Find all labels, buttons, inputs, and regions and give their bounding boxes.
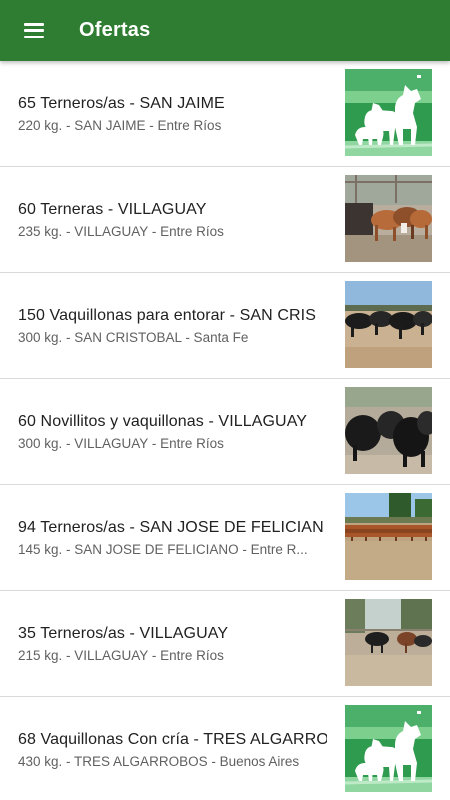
page-title: Ofertas — [79, 19, 151, 41]
offer-list-item[interactable]: 65 Terneros/as - SAN JAIME 220 kg. - SAN… — [0, 61, 450, 167]
offer-title: 60 Novillitos y vaquillonas - VILLAGUAY — [18, 413, 308, 430]
offer-title: 94 Terneros/as - SAN JOSE DE FELICIAN — [18, 519, 324, 536]
offer-subtitle: 215 kg. - VILLAGUAY - Entre Ríos — [18, 648, 224, 663]
offer-thumbnail-placeholder — [345, 705, 432, 792]
menu-button[interactable] — [0, 0, 70, 61]
offer-list-item[interactable]: 68 Vaquillonas Con cría - TRES ALGARRO 4… — [0, 697, 450, 800]
offer-title: 68 Vaquillonas Con cría - TRES ALGARRO — [18, 731, 327, 748]
offer-subtitle: 235 kg. - VILLAGUAY - Entre Ríos — [18, 224, 224, 239]
offer-thumbnail-placeholder — [345, 69, 432, 156]
offer-subtitle: 430 kg. - TRES ALGARROBOS - Buenos Aires — [18, 754, 300, 769]
offer-subtitle: 220 kg. - SAN JAIME - Entre Ríos — [18, 118, 222, 133]
offer-thumbnail-photo — [345, 493, 432, 580]
offer-subtitle: 300 kg. - VILLAGUAY - Entre Ríos — [18, 436, 224, 451]
offer-list-item[interactable]: 35 Terneros/as - VILLAGUAY 215 kg. - VIL… — [0, 591, 450, 697]
offer-thumbnail-photo — [345, 387, 432, 474]
offer-title: 35 Terneros/as - VILLAGUAY — [18, 625, 229, 642]
offer-title: 65 Terneros/as - SAN JAIME — [18, 95, 225, 112]
offer-thumbnail-photo — [345, 599, 432, 686]
offer-list-item[interactable]: 60 Terneras - VILLAGUAY 235 kg. - VILLAG… — [0, 167, 450, 273]
offer-thumbnail-photo — [345, 175, 432, 262]
offer-title: 150 Vaquillonas para entorar - SAN CRIS — [18, 307, 316, 324]
offer-title: 60 Terneras - VILLAGUAY — [18, 201, 207, 218]
offer-subtitle: 300 kg. - SAN CRISTOBAL - Santa Fe — [18, 330, 249, 345]
app-bar: Ofertas — [0, 0, 450, 61]
offer-list-item[interactable]: 150 Vaquillonas para entorar - SAN CRIS … — [0, 273, 450, 379]
hamburger-menu-icon — [24, 23, 44, 38]
offers-list[interactable]: 65 Terneros/as - SAN JAIME 220 kg. - SAN… — [0, 61, 450, 800]
offer-subtitle: 145 kg. - SAN JOSE DE FELICIANO - Entre … — [18, 542, 308, 557]
offer-thumbnail-photo — [345, 281, 432, 368]
offer-list-item[interactable]: 94 Terneros/as - SAN JOSE DE FELICIAN 14… — [0, 485, 450, 591]
offer-list-item[interactable]: 60 Novillitos y vaquillonas - VILLAGUAY … — [0, 379, 450, 485]
